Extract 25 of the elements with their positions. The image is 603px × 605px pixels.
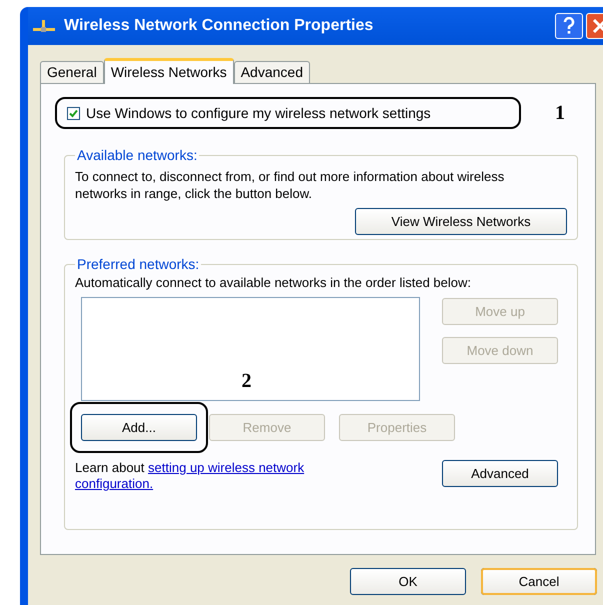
callout-number: 2 <box>242 369 252 394</box>
advanced-button[interactable]: Advanced <box>442 460 558 487</box>
setup-link[interactable]: configuration. <box>75 476 154 491</box>
dialog-button[interactable]: OK <box>350 568 466 595</box>
network-list[interactable]: 2 <box>81 297 420 401</box>
group-description: Automatically connect to available networks in the order listed below: <box>75 275 472 291</box>
group-legend: Preferred networks: <box>75 254 202 275</box>
view-networks-button[interactable]: View Wireless Networks <box>355 208 567 235</box>
check-icon <box>69 108 78 118</box>
help-button[interactable] <box>555 13 583 39</box>
group-legend: Available networks: <box>75 145 200 166</box>
learn-more-text: Learn about setting up wireless network configuration. <box>75 460 306 492</box>
list-button[interactable]: Add... <box>81 414 197 441</box>
checkbox[interactable] <box>67 106 80 120</box>
network-icon <box>32 19 56 33</box>
tab[interactable]: Advanced <box>234 61 310 83</box>
window-title: Wireless Network Connection Properties <box>64 16 374 36</box>
tab[interactable]: Wireless Networks <box>104 58 234 84</box>
help-icon <box>562 17 576 35</box>
setup-link[interactable]: setting up wireless network <box>148 460 304 475</box>
checkbox-label: Use Windows to configure my wireless network settings <box>86 104 431 123</box>
callout-number: 1 <box>555 101 565 126</box>
group-description: To connect to, disconnect from, or find out more information about wireless networks in range, click the button below. <box>75 168 506 202</box>
dialog-button[interactable]: Cancel <box>481 568 597 595</box>
tab[interactable]: General <box>40 61 104 83</box>
